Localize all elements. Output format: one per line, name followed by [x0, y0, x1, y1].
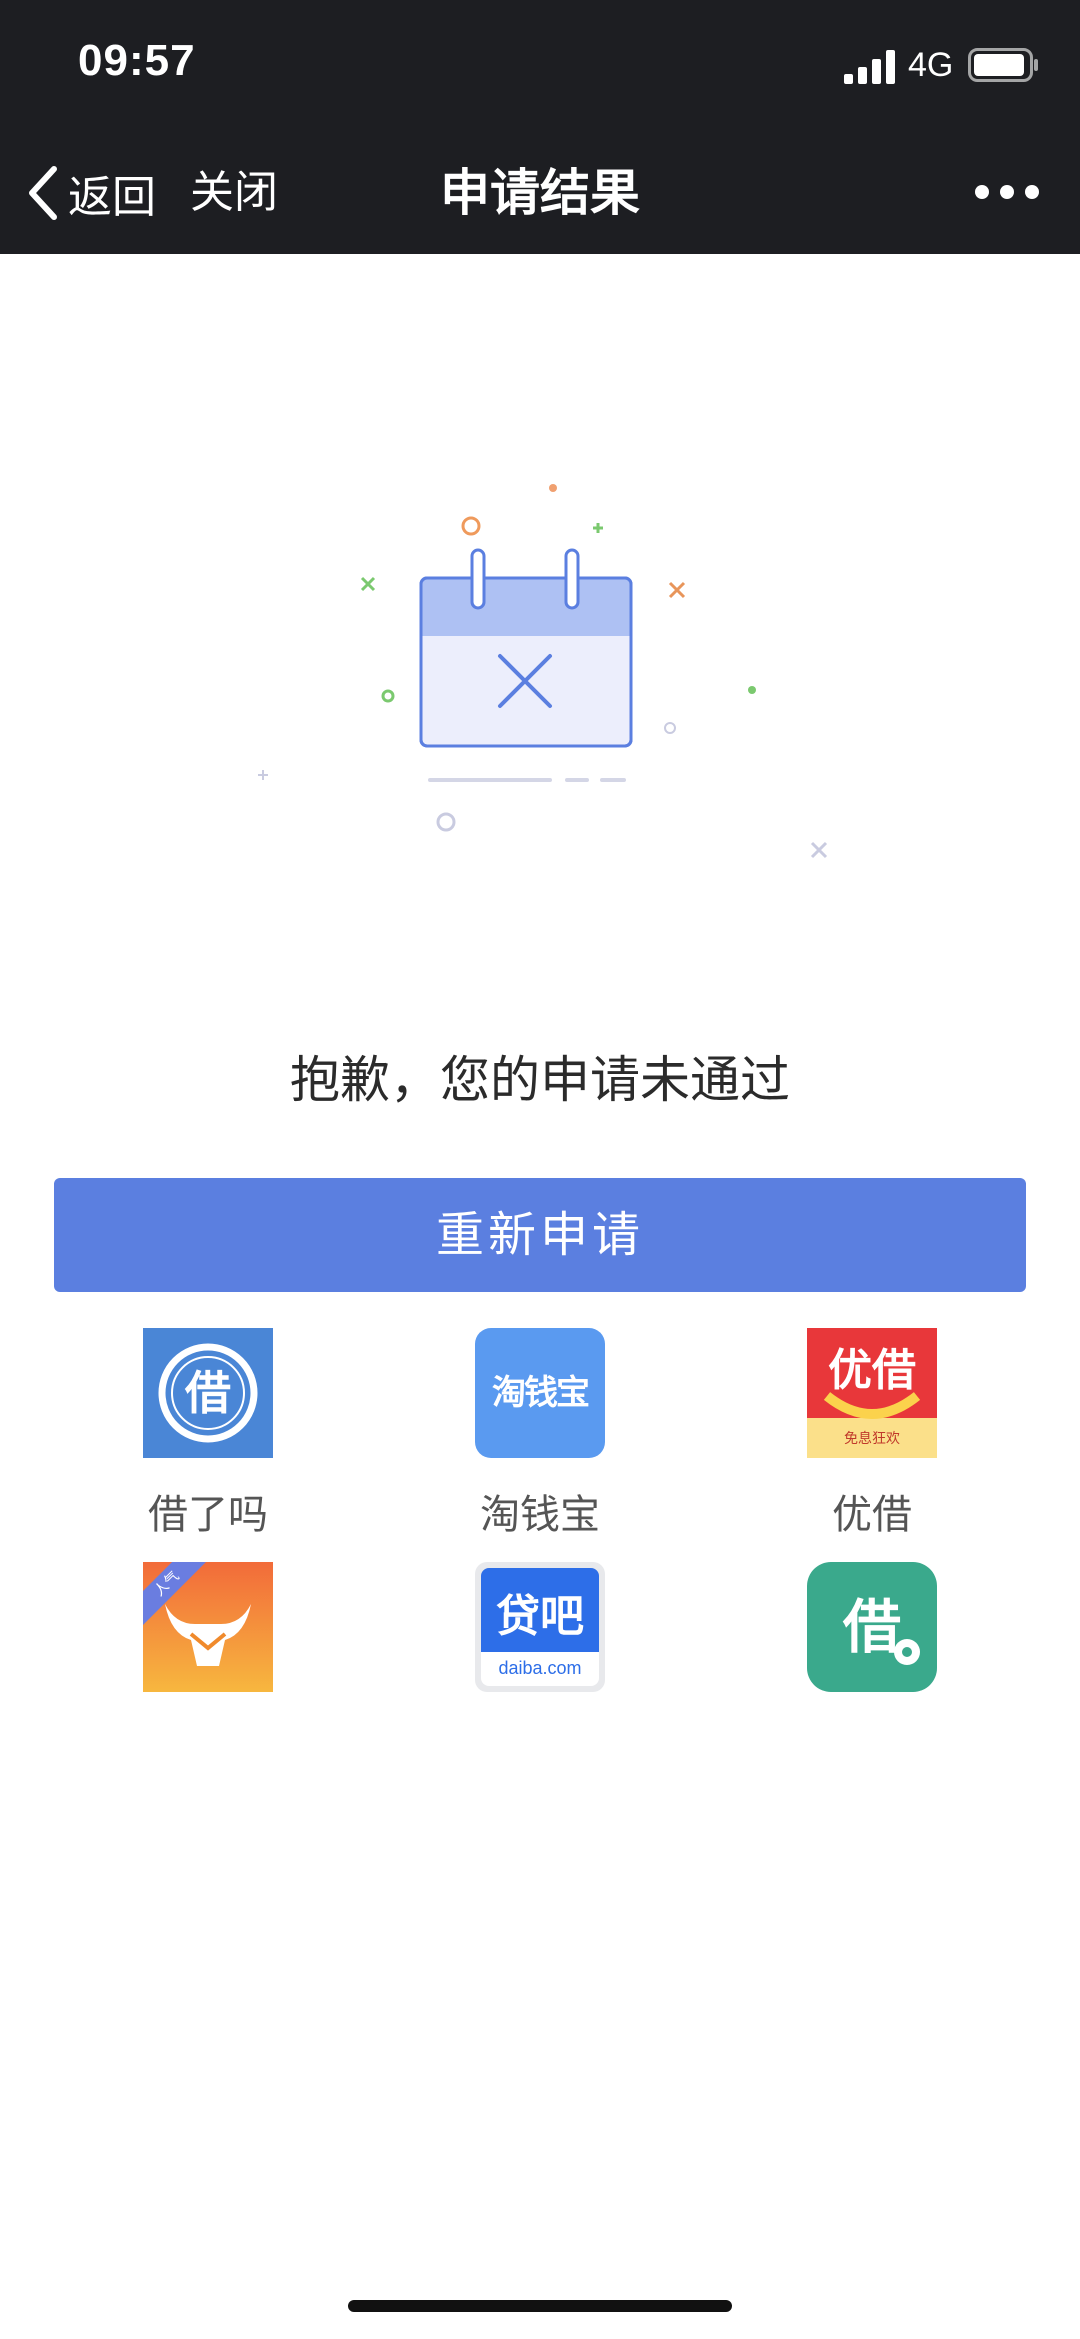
back-label: 返回: [68, 172, 156, 223]
page-title: 申请结果: [440, 164, 640, 222]
app-label: 淘钱宝: [480, 1492, 600, 1538]
app-item-youjie[interactable]: 优借 免息狂欢 优借: [772, 1328, 972, 1540]
app-icon-text: 贷吧: [496, 1591, 584, 1642]
jieleme-app-icon: 借: [143, 1328, 273, 1458]
daiba-app-icon: 贷吧 daiba.com: [475, 1562, 605, 1692]
rejected-calendar-illustration: [258, 484, 828, 859]
app-item-taoqianbao[interactable]: 淘钱宝 淘钱宝: [440, 1328, 640, 1540]
app-icon-text: 借: [185, 1366, 231, 1420]
signal-icon: [844, 50, 895, 84]
app-item-green-jie[interactable]: 借: [772, 1562, 972, 1716]
app-item-daiba[interactable]: 贷吧 daiba.com: [440, 1562, 640, 1716]
battery-icon: [968, 48, 1038, 82]
app-icon-text: 优借: [828, 1345, 916, 1396]
back-button[interactable]: 返回: [24, 160, 156, 226]
app-item-bull[interactable]: 人气: [108, 1562, 308, 1716]
reapply-button[interactable]: 重新申请: [54, 1178, 1026, 1292]
bull-app-icon: 人气: [143, 1562, 273, 1692]
chevron-left-icon: [29, 166, 57, 220]
app-label: 借了吗: [148, 1492, 268, 1538]
youjie-app-icon: 优借 免息狂欢: [807, 1328, 937, 1458]
app-label: 优借: [832, 1492, 912, 1538]
nav-bar: 返回 关闭 申请结果: [0, 130, 1080, 254]
app-icon-subtext: daiba.com: [498, 1658, 582, 1678]
home-indicator[interactable]: [348, 2300, 732, 2312]
network-type: 4G: [908, 46, 954, 84]
app-icon-text: 淘钱宝: [492, 1373, 590, 1413]
more-icon[interactable]: [972, 172, 1042, 212]
taoqianbao-app-icon: 淘钱宝: [475, 1328, 605, 1458]
result-message: 抱歉，您的申请未通过: [290, 1051, 790, 1109]
status-time: 09:57: [78, 36, 196, 85]
status-bar: 09:57 4G: [0, 0, 1080, 130]
close-button[interactable]: 关闭: [190, 160, 278, 226]
app-icon-subtext: 免息狂欢: [844, 1431, 900, 1447]
app-item-jieleme[interactable]: 借 借了吗: [108, 1328, 308, 1540]
green-jie-app-icon: 借: [807, 1562, 937, 1692]
